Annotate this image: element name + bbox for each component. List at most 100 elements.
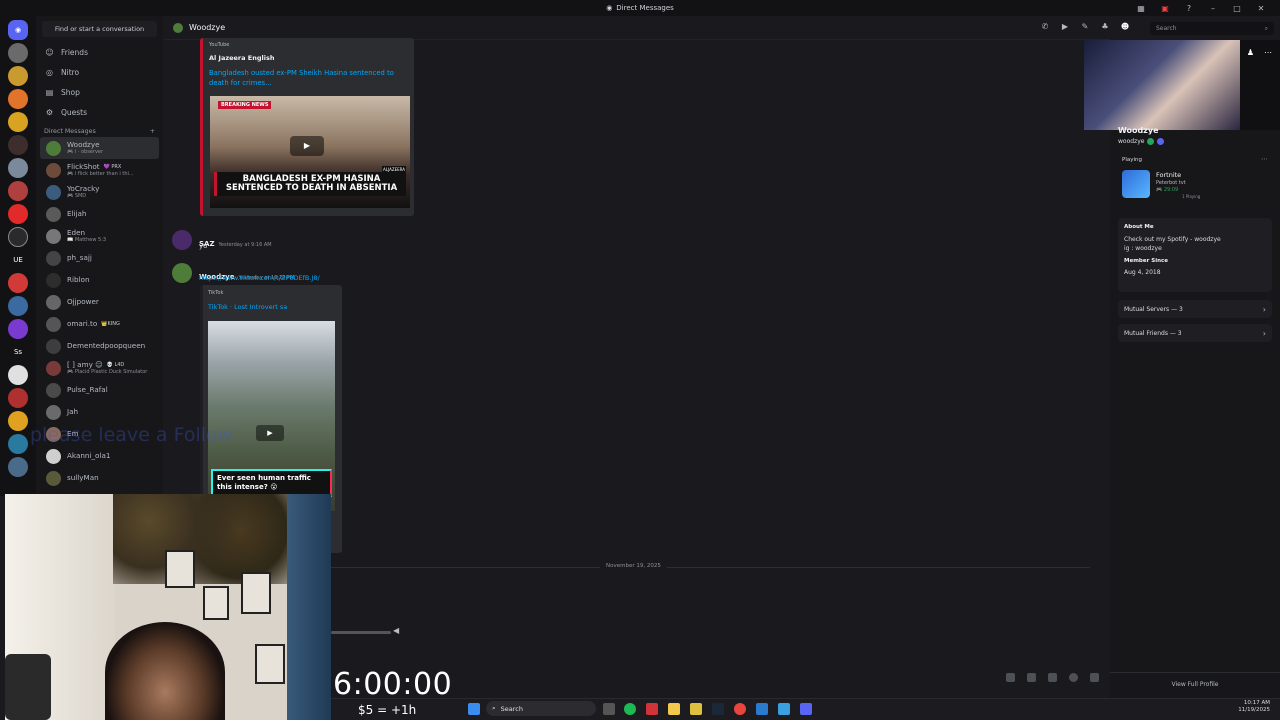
volume-icon[interactable]: ◀ [393,626,399,635]
help-icon[interactable]: ? [1184,3,1194,13]
volume-slider[interactable] [331,631,391,634]
discord-taskbar-icon[interactable] [800,703,812,715]
dm-item[interactable]: Akanni_ola1 [40,445,159,467]
call-icon[interactable]: ✆ [1040,21,1050,31]
emoji-icon[interactable] [1069,673,1078,682]
file-explorer-icon[interactable] [668,703,680,715]
embed-header: YouTube Al Jazeera English Bangladesh ou… [203,38,414,92]
system-clock[interactable]: 10:17 AM 11/19/2025 [1238,700,1270,714]
inbox-icon[interactable]: ▦ [1136,3,1146,13]
dm-item[interactable]: FlickShot 💜 PRX 🎮 i flick better than i th… [40,159,159,181]
about-line: ig : woodzye [1124,245,1162,252]
steam-icon[interactable] [712,703,724,715]
server-icon[interactable]: UE [8,250,28,270]
play-icon[interactable]: ▶ [256,425,284,441]
server-icon[interactable] [8,365,28,385]
server-icon[interactable] [8,227,28,247]
server-icon[interactable] [8,319,28,339]
sticker-icon[interactable] [1048,673,1057,682]
app-icon[interactable] [646,703,658,715]
more-options-icon[interactable]: ⋯ [1261,155,1268,163]
about-label: About Me [1124,224,1154,230]
mutual-servers-label: Mutual Servers — 3 [1124,305,1183,313]
server-icon[interactable] [8,89,28,109]
mutual-friends-row[interactable]: Mutual Friends — 3 › [1118,324,1272,342]
close-icon[interactable]: ✕ [1256,3,1266,13]
server-icon[interactable] [8,411,28,431]
pin-icon[interactable]: ✎ [1080,21,1090,31]
avatar[interactable] [172,263,192,283]
embed-title[interactable]: Bangladesh ousted ex-PM Sheikh Hasina se… [209,68,409,88]
app-icon[interactable] [756,703,768,715]
add-friend-icon[interactable]: ♣ [1100,21,1110,31]
dm-name: Eden [67,228,86,237]
nav-nitro[interactable]: ◎ Nitro [36,62,163,82]
message-link[interactable]: https://www.tiktok.com/t/ZP8DEfB.J8/ [199,274,320,282]
dm-status: 🎮 SMD [67,193,87,199]
dm-item[interactable]: sullyMan [40,467,159,489]
search-placeholder: Search [1156,25,1177,32]
dm-item[interactable]: YoCracky 🎮 SMD [40,181,159,203]
avatar[interactable] [172,230,192,250]
maximize-icon[interactable]: □ [1232,3,1242,13]
server-icon[interactable] [8,204,28,224]
server-icon[interactable] [8,135,28,155]
app-icon[interactable] [690,703,702,715]
server-icon[interactable] [8,296,28,316]
dm-item[interactable]: Ojjpower [40,291,159,313]
mutual-servers-row[interactable]: Mutual Servers — 3 › [1118,300,1272,318]
server-icon[interactable] [8,112,28,132]
dm-status: 🎮 Placid Plastic Duck Simulator [67,369,148,375]
gift-icon[interactable] [1006,673,1015,682]
profile-icon[interactable]: ☻ [1120,21,1130,31]
chrome-icon[interactable] [734,703,746,715]
chat-search-input[interactable]: Search ⌕ [1150,22,1274,35]
server-icon[interactable] [8,66,28,86]
dm-item[interactable]: Pulse_Rafal [40,379,159,401]
app-icon[interactable] [778,703,790,715]
friends-icon: ☺ [45,47,54,57]
find-conversation-button[interactable]: Find or start a conversation [42,21,157,37]
dm-item[interactable]: Eden 📖 Matthew 5:3 [40,225,159,247]
embed-thumbnail[interactable]: ▶ Ever seen human traffic this intense? … [208,321,335,511]
server-icon[interactable] [8,181,28,201]
dm-item[interactable]: Riblon [40,269,159,291]
server-icon[interactable] [8,434,28,454]
task-view-icon[interactable] [603,703,615,715]
nav-quests[interactable]: ⚙ Quests [36,102,163,122]
nav-friends[interactable]: ☺ Friends [36,42,163,62]
video-icon[interactable]: ▶ [1060,21,1070,31]
composer-toolbar [1006,673,1099,682]
dm-item[interactable]: Jah [40,401,159,423]
play-icon[interactable]: ▶ [290,136,324,156]
dm-item[interactable]: omari.to 👑KING [40,313,159,335]
windows-start-icon[interactable] [468,703,480,715]
dm-item[interactable]: Elijah [40,203,159,225]
server-icon[interactable] [8,43,28,63]
gif-icon[interactable] [1027,673,1036,682]
dm-item[interactable]: Woodzye 🎮 i · observer [40,137,159,159]
server-icon[interactable] [8,388,28,408]
server-icon[interactable] [8,158,28,178]
dm-item[interactable]: [ ] amy ☺ 💀 L4D 🎮 Placid Plastic Duck Simu… [40,357,159,379]
photo-frame [203,586,229,620]
add-friend-icon[interactable]: ♟ [1247,48,1254,57]
embed-title[interactable]: TikTok · Lost Introvert sa [208,303,337,311]
dm-item[interactable]: ph_sajj [40,247,159,269]
server-icon[interactable]: Ss [8,342,28,362]
apps-icon[interactable] [1090,673,1099,682]
taskbar-search[interactable]: ⌕ Search [486,701,596,716]
server-icon[interactable] [8,273,28,293]
view-full-profile-link[interactable]: View Full Profile [1110,681,1280,688]
more-icon[interactable]: ⋯ [1264,48,1272,57]
home-button[interactable]: ◉ [8,20,28,40]
spotify-icon[interactable] [624,703,636,715]
download-icon[interactable]: ▣ [1160,3,1170,13]
add-dm-icon[interactable]: + [150,128,155,135]
embed-author[interactable]: Al Jazeera English [209,54,408,62]
nav-shop[interactable]: ▤ Shop [36,82,163,102]
embed-thumbnail[interactable]: BREAKING NEWS ▶ ALJAZEERA BANGLADESH EX-… [210,96,410,208]
dm-item[interactable]: Dementedpoopqueen [40,335,159,357]
minimize-icon[interactable]: – [1208,3,1218,13]
server-icon[interactable] [8,457,28,477]
